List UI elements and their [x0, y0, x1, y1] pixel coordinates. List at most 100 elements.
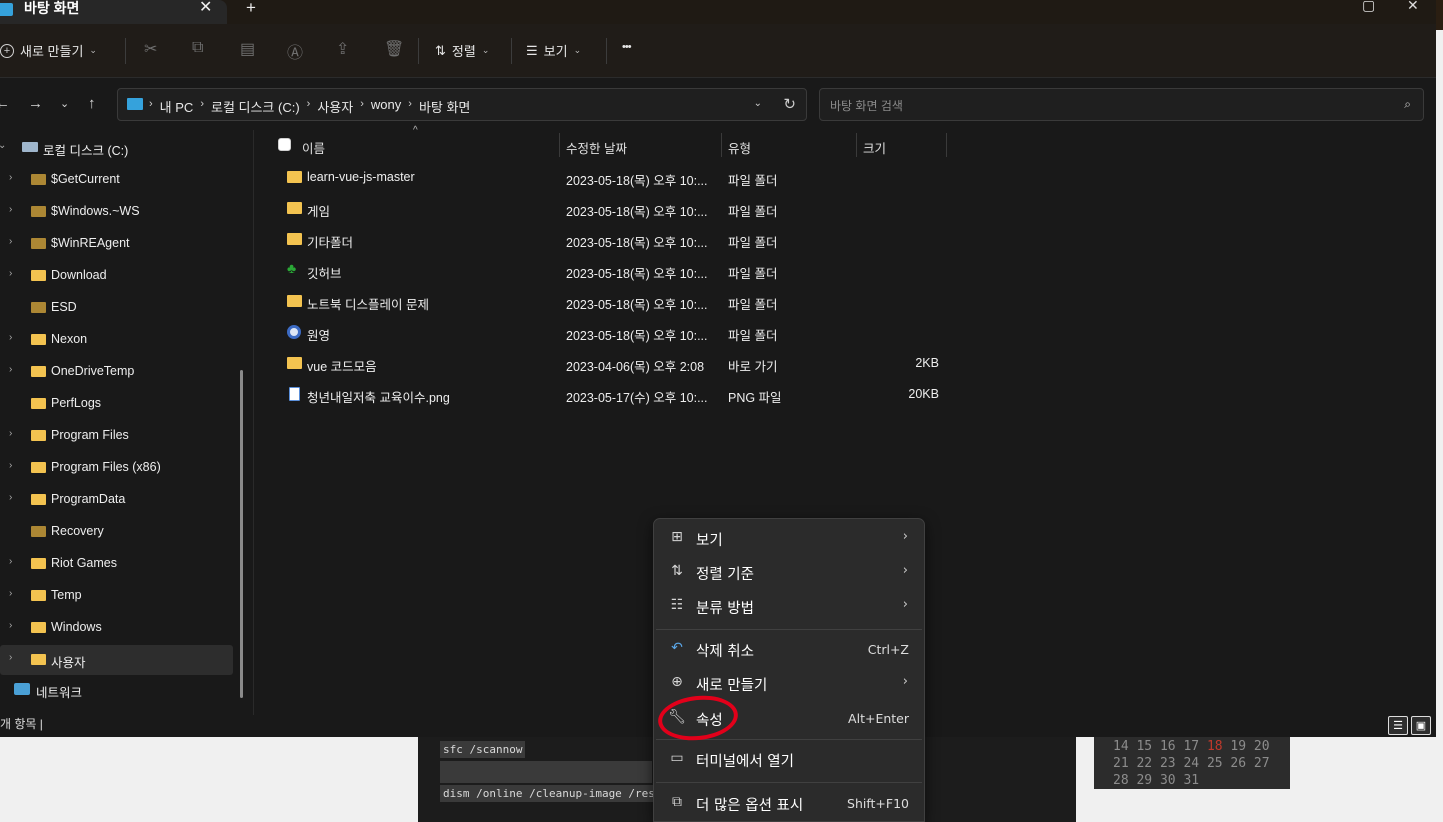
sort-button[interactable]: ⇅ 정렬 ⌄: [435, 41, 489, 60]
menu-item-undo-delete[interactable]: ↶ 삭제 취소 Ctrl+Z: [654, 634, 924, 666]
file-row[interactable]: 기타폴더 2023-05-18(목) 오후 10:... 파일 폴더: [268, 224, 948, 255]
chevron-right-icon[interactable]: ›: [9, 364, 12, 375]
calendar-day: 25: [1206, 756, 1223, 771]
delete-icon[interactable]: 🗑: [384, 39, 404, 59]
calendar-day: 22: [1136, 756, 1153, 771]
chevron-right-icon[interactable]: ›: [9, 236, 12, 247]
chevron-right-icon[interactable]: ›: [9, 620, 12, 631]
file-row[interactable]: 청년내일저축 교육이수.png 2023-05-17(수) 오후 10:... PN…: [268, 379, 948, 410]
column-divider[interactable]: [559, 133, 560, 157]
nav-item-folder[interactable]: › ProgramData: [0, 485, 233, 515]
nav-item-folder[interactable]: ESD: [0, 293, 233, 323]
nav-item-folder[interactable]: › $Windows.~WS: [0, 197, 233, 227]
file-modified: 2023-04-06(목) 오후 2:08: [566, 360, 705, 374]
up-arrow-icon[interactable]: ↑: [88, 95, 96, 112]
paste-icon[interactable]: ▤: [240, 39, 255, 59]
close-tab-icon[interactable]: ✕: [199, 0, 212, 16]
nav-scrollbar[interactable]: [240, 370, 243, 698]
nav-item-folder[interactable]: › Temp: [0, 581, 233, 611]
chevron-right-icon[interactable]: ›: [9, 652, 12, 663]
refresh-icon[interactable]: ↻: [783, 95, 796, 113]
column-type-label: 유형: [728, 142, 752, 156]
chevron-right-icon[interactable]: ›: [9, 428, 12, 439]
new-tab-button[interactable]: +: [246, 0, 256, 16]
nav-item-folder[interactable]: › 사용자: [0, 645, 233, 675]
breadcrumb-item[interactable]: wony: [371, 97, 401, 116]
file-row[interactable]: ♣ 깃허브 2023-05-18(목) 오후 10:... 파일 폴더: [268, 255, 948, 286]
terminal-icon: ▭: [670, 750, 684, 766]
address-bar[interactable]: › 내 PC › 로컬 디스크 (C:) › 사용자 › wony › 바탕 화면 ⌄ ↻: [117, 88, 807, 121]
nav-item-local-disk[interactable]: ⌄ 로컬 디스크 (C:): [0, 133, 233, 163]
breadcrumb-item[interactable]: 바탕 화면: [419, 97, 470, 116]
search-input[interactable]: 바탕 화면 검색 ⌕: [819, 88, 1424, 121]
nav-item-folder[interactable]: › $GetCurrent: [0, 165, 233, 195]
chevron-right-icon[interactable]: ›: [9, 492, 12, 503]
menu-item-view[interactable]: ⊞ 보기 ›: [654, 523, 924, 555]
desktop-folder-icon: [0, 3, 13, 16]
chevron-right-icon[interactable]: ›: [360, 97, 364, 116]
breadcrumb-item[interactable]: 사용자: [317, 97, 353, 116]
address-dropdown-icon[interactable]: ⌄: [754, 98, 762, 109]
copy-icon[interactable]: ⧉: [192, 39, 203, 57]
nav-item-network[interactable]: 네트워크: [0, 675, 233, 705]
file-row[interactable]: learn-vue-js-master 2023-05-18(목) 오후 10:.…: [268, 162, 948, 193]
new-button[interactable]: + 새로 만들기 ⌄: [0, 41, 97, 60]
tiles-view-icon[interactable]: ▣: [1411, 716, 1431, 735]
close-window-icon[interactable]: ✕: [1407, 0, 1419, 14]
chevron-right-icon[interactable]: ›: [408, 97, 412, 116]
details-view-icon[interactable]: ☰: [1388, 716, 1408, 735]
toolbar-divider: [606, 38, 607, 64]
nav-item-folder[interactable]: › Download: [0, 261, 233, 291]
file-row[interactable]: 원영 2023-05-18(목) 오후 10:... 파일 폴더: [268, 317, 948, 348]
file-name: 노트북 디스플레이 문제: [307, 298, 429, 312]
column-divider[interactable]: [946, 133, 947, 157]
file-name: 기타폴더: [307, 236, 354, 250]
nav-item-folder[interactable]: › Riot Games: [0, 549, 233, 579]
menu-item-group-by[interactable]: ☷ 분류 방법 ›: [654, 591, 924, 623]
tab-desktop[interactable]: 바탕 화면 ✕: [0, 0, 227, 24]
nav-item-folder[interactable]: › Windows: [0, 613, 233, 643]
nav-item-label: ProgramData: [51, 492, 126, 506]
nav-item-folder[interactable]: › Nexon: [0, 325, 233, 355]
nav-item-folder[interactable]: › Program Files (x86): [0, 453, 233, 483]
breadcrumb-item[interactable]: 내 PC: [160, 97, 194, 116]
menu-item-more-options[interactable]: ⧉ 더 많은 옵션 표시 Shift+F10: [654, 788, 924, 820]
search-icon[interactable]: ⌕: [1404, 97, 1411, 112]
nav-item-folder[interactable]: › $WinREAgent: [0, 229, 233, 259]
chevron-right-icon[interactable]: ›: [9, 172, 12, 183]
folder-icon: [31, 654, 46, 665]
maximize-icon[interactable]: ▢: [1362, 0, 1375, 14]
calendar-day: 19: [1230, 739, 1247, 754]
chevron-right-icon[interactable]: ›: [9, 268, 12, 279]
chevron-right-icon[interactable]: ›: [9, 332, 12, 343]
share-icon[interactable]: ⇪: [336, 39, 349, 59]
column-divider[interactable]: [721, 133, 722, 157]
nav-item-folder[interactable]: › OneDriveTemp: [0, 357, 233, 387]
chevron-right-icon[interactable]: ›: [307, 97, 311, 116]
chevron-right-icon[interactable]: ›: [9, 556, 12, 567]
calendar-day: 20: [1253, 739, 1270, 754]
menu-item-sort-by[interactable]: ⇅ 정렬 기준 ›: [654, 557, 924, 589]
column-divider[interactable]: [856, 133, 857, 157]
file-row[interactable]: 게임 2023-05-18(목) 오후 10:... 파일 폴더: [268, 193, 948, 224]
chevron-right-icon[interactable]: ›: [200, 97, 204, 116]
file-row[interactable]: 노트북 디스플레이 문제 2023-05-18(목) 오후 10:... 파일 폴더: [268, 286, 948, 317]
breadcrumb-item[interactable]: 로컬 디스크 (C:): [211, 97, 300, 116]
chevron-right-icon[interactable]: ›: [9, 204, 12, 215]
file-row[interactable]: vue 코드모음 2023-04-06(목) 오후 2:08 바로 가기 2KB: [268, 348, 948, 379]
nav-item-folder[interactable]: Recovery: [0, 517, 233, 547]
nav-item-folder[interactable]: PerfLogs: [0, 389, 233, 419]
select-all-checkbox[interactable]: [278, 138, 291, 151]
chevron-right-icon[interactable]: ›: [9, 460, 12, 471]
back-arrow-icon[interactable]: ←: [0, 95, 10, 112]
rename-icon[interactable]: Ⓐ: [287, 39, 303, 63]
recent-chevron-icon[interactable]: ⌄: [60, 97, 69, 110]
chevron-right-icon[interactable]: ›: [9, 588, 12, 599]
menu-item-open-terminal[interactable]: ▭ 터미널에서 열기: [654, 744, 924, 776]
view-button[interactable]: ☰ 보기 ⌄: [526, 41, 581, 60]
more-options-button[interactable]: •••: [622, 41, 632, 53]
nav-item-folder[interactable]: › Program Files: [0, 421, 233, 451]
calendar-week: 21 22 23 24 25 26 27: [1113, 755, 1290, 772]
cut-icon[interactable]: ✂: [144, 39, 157, 59]
forward-arrow-icon[interactable]: →: [28, 95, 43, 112]
